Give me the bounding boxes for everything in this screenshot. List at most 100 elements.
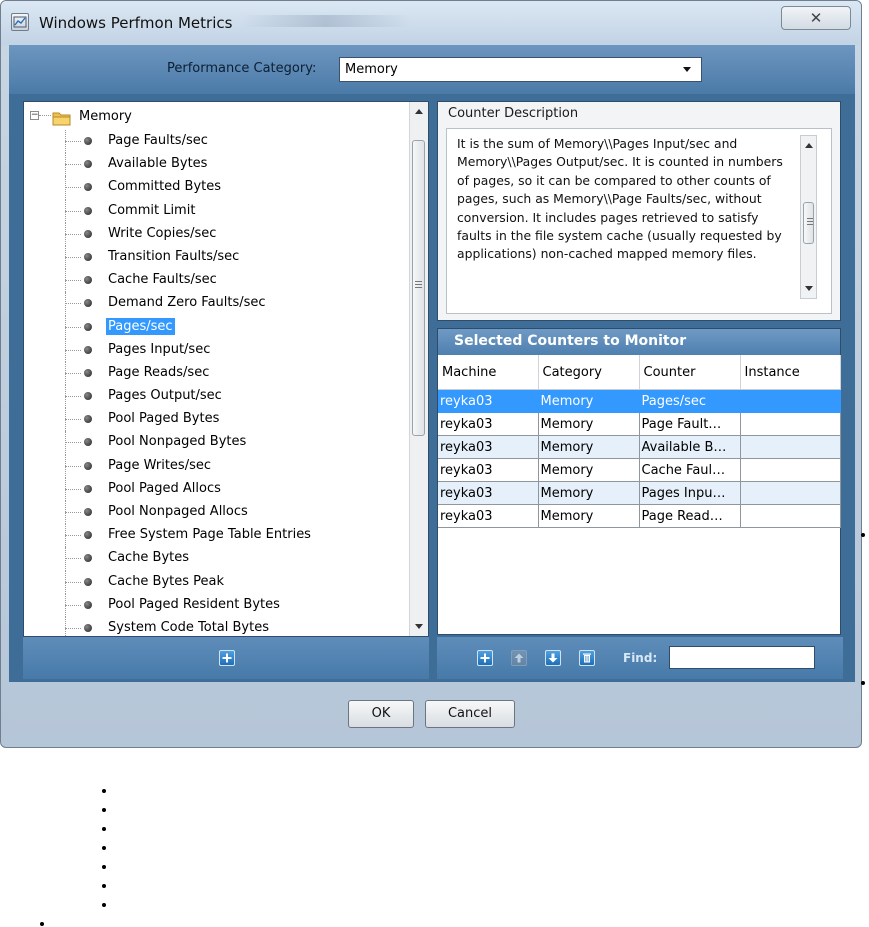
tree-scroll-thumb[interactable]: [412, 140, 425, 436]
tree-connector: [65, 627, 81, 629]
move-down-button[interactable]: [545, 650, 561, 666]
table-row[interactable]: reyka03 Memory Cache Faul…: [438, 458, 841, 482]
counter-bullet-icon: [84, 368, 92, 377]
counter-bullet-icon: [84, 252, 92, 261]
cell-counter: Page Fault…: [639, 412, 741, 436]
counter-bullet-icon: [84, 577, 92, 586]
counter-bullet-icon: [84, 415, 92, 424]
counter-bullet-icon: [84, 600, 92, 609]
tree-item[interactable]: Cache Faults/sec: [24, 269, 408, 293]
cell-category: Memory: [538, 458, 640, 482]
description-scroll-thumb[interactable]: [803, 202, 814, 244]
counter-bullet-icon: [84, 183, 92, 192]
table-row[interactable]: reyka03 Memory Page Fault…: [438, 412, 841, 436]
tree-item[interactable]: Commit Limit: [24, 199, 408, 223]
tree-connector: [65, 604, 81, 606]
table-row[interactable]: reyka03 Memory Pages Inpu…: [438, 481, 841, 505]
counter-bullet-icon: [84, 484, 92, 493]
tree-item[interactable]: Pool Paged Bytes: [24, 408, 408, 432]
tree-item[interactable]: Transition Faults/sec: [24, 245, 408, 270]
table-row[interactable]: reyka03 Memory Pages/sec: [438, 389, 841, 413]
tree-item[interactable]: Pages Input/sec: [24, 338, 408, 362]
scroll-down-icon[interactable]: [805, 286, 813, 291]
tree-connector: [65, 558, 81, 560]
delete-button[interactable]: [579, 650, 595, 666]
collapse-icon[interactable]: −: [30, 111, 39, 120]
tree-item[interactable]: Demand Zero Faults/sec: [24, 292, 408, 316]
tree-item[interactable]: Committed Bytes: [24, 176, 408, 200]
column-header-counter[interactable]: Counter: [639, 355, 741, 390]
tree-item[interactable]: Pool Nonpaged Allocs: [24, 501, 408, 525]
cell-instance: [740, 458, 841, 482]
counter-bullet-icon: [84, 229, 92, 238]
stray-dot: [102, 789, 106, 793]
counter-description-area[interactable]: It is the sum of Memory\\Pages Input/sec…: [446, 128, 832, 314]
tree-item[interactable]: Page Writes/sec: [24, 454, 408, 478]
perfmon-dialog: Windows Perfmon Metrics ✕ Performance Ca…: [0, 0, 862, 748]
table-row[interactable]: reyka03 Memory Available B…: [438, 435, 841, 459]
arrow-up-icon: [514, 653, 524, 663]
tree-connector: [65, 396, 81, 398]
counter-bullet-icon: [84, 392, 92, 401]
stray-dot: [102, 827, 106, 831]
tree-connector: [65, 535, 81, 537]
app-icon: [11, 13, 29, 31]
tree-connector: [65, 349, 81, 351]
scroll-down-icon[interactable]: [415, 624, 423, 629]
tree-item-label: Pool Paged Bytes: [108, 411, 220, 427]
cell-counter: Pages/sec: [639, 389, 741, 413]
tree-item[interactable]: Write Copies/sec: [24, 222, 408, 246]
tree-item-label: Pages/sec: [106, 317, 175, 335]
table-row[interactable]: reyka03 Memory Page Read…: [438, 504, 841, 528]
tree-item[interactable]: Cache Bytes: [24, 547, 408, 571]
add-counter-button[interactable]: [219, 650, 235, 666]
find-input[interactable]: [669, 646, 815, 669]
title-bar[interactable]: Windows Perfmon Metrics ✕: [1, 1, 861, 45]
tree-item[interactable]: Available Bytes: [24, 153, 408, 177]
tree-item[interactable]: Pages/sec: [24, 315, 408, 339]
table-header-row: Machine Category Counter Instance: [438, 355, 841, 390]
scroll-up-icon[interactable]: [415, 109, 423, 114]
tree-item-label: Page Writes/sec: [108, 457, 211, 473]
tree-item[interactable]: Cache Bytes Peak: [24, 570, 408, 594]
cell-machine: reyka03: [438, 504, 539, 528]
performance-category-value: Memory: [345, 62, 398, 77]
move-up-button[interactable]: [511, 650, 527, 666]
selected-counters-panel: Selected Counters to Monitor Machine Cat…: [437, 328, 841, 635]
tree-item[interactable]: Pool Paged Allocs: [24, 477, 408, 501]
column-header-machine[interactable]: Machine: [438, 355, 539, 390]
tree-item[interactable]: Pool Nonpaged Bytes: [24, 431, 408, 455]
cell-category: Memory: [538, 412, 640, 436]
cell-category: Memory: [538, 481, 640, 505]
tree-item-label: Pages Input/sec: [108, 341, 211, 357]
tree-item[interactable]: System Code Total Bytes: [24, 616, 408, 636]
ok-button[interactable]: OK: [348, 700, 414, 728]
title-blur: [241, 15, 411, 27]
tree-item[interactable]: Page Reads/sec: [24, 361, 408, 386]
cell-instance: [740, 481, 841, 505]
tree-connector: [65, 419, 81, 421]
tree-connector: [65, 187, 81, 189]
tree-item[interactable]: Pages Output/sec: [24, 385, 408, 409]
description-scrollbar[interactable]: [800, 135, 817, 299]
tree-items: Page Faults/sec Available Bytes Committed …: [24, 130, 408, 636]
tree-connector: [65, 465, 81, 467]
tree-connector: [65, 233, 81, 235]
column-header-instance[interactable]: Instance: [740, 355, 841, 390]
tree-item-label: Cache Bytes Peak: [108, 573, 225, 589]
scroll-up-icon[interactable]: [805, 143, 813, 148]
tree-item[interactable]: Pool Paged Resident Bytes: [24, 593, 408, 617]
counter-bullet-icon: [84, 137, 92, 145]
performance-category-select[interactable]: Memory: [339, 57, 702, 82]
close-button[interactable]: ✕: [781, 6, 851, 30]
stray-dot: [861, 681, 865, 685]
tree-item[interactable]: Free System Page Table Entries: [24, 524, 408, 548]
add-button[interactable]: [477, 650, 493, 666]
tree-item-label: Demand Zero Faults/sec: [108, 295, 266, 311]
tree-item[interactable]: Page Faults/sec: [24, 130, 408, 154]
column-header-category[interactable]: Category: [538, 355, 640, 390]
tree-scrollbar[interactable]: [409, 102, 428, 636]
tree-item-label: Write Copies/sec: [108, 225, 217, 241]
cell-machine: reyka03: [438, 412, 539, 436]
cancel-button[interactable]: Cancel: [425, 700, 515, 728]
